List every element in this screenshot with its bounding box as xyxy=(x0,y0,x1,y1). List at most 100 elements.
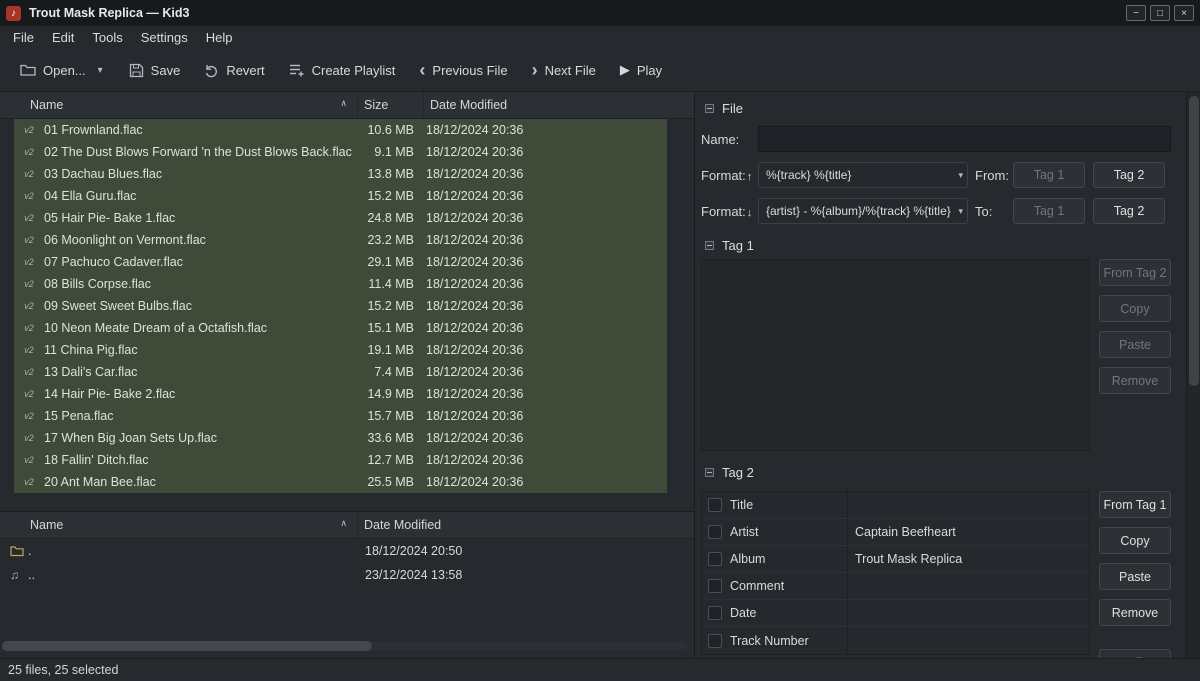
file-row[interactable]: v211 China Pig.flac19.1 MB18/12/2024 20:… xyxy=(14,339,667,361)
tag1-paste-button[interactable]: Paste xyxy=(1099,331,1171,358)
tag2-remove-button[interactable]: Remove xyxy=(1099,599,1171,626)
vertical-scrollbar[interactable] xyxy=(1186,92,1200,658)
format-to-tag2-button[interactable]: Tag 2 xyxy=(1093,198,1165,224)
tag2-from-tag-1-button[interactable]: From Tag 1 xyxy=(1099,491,1171,518)
format-from-tag2-button[interactable]: Tag 2 xyxy=(1093,162,1165,188)
open-dropdown-icon[interactable]: ▾ xyxy=(94,61,107,80)
tag2-edit-button[interactable]: Edit xyxy=(1099,649,1171,658)
file-row[interactable]: v207 Pachuco Cadaver.flac29.1 MB18/12/20… xyxy=(14,251,667,273)
artist-checkbox[interactable] xyxy=(708,525,722,539)
menu-file[interactable]: File xyxy=(4,27,43,48)
comment-checkbox[interactable] xyxy=(708,579,722,593)
tag2-copy-button[interactable]: Copy xyxy=(1099,527,1171,554)
file-row[interactable]: v201 Frownland.flac10.6 MB18/12/2024 20:… xyxy=(14,119,667,141)
file-name: 10 Neon Meate Dream of a Octafish.flac xyxy=(44,321,354,335)
folder-open-icon xyxy=(20,63,36,77)
tag2-field-row[interactable]: Title xyxy=(702,492,1089,519)
tag-v2-icon: v2 xyxy=(14,411,44,421)
tag-v2-icon: v2 xyxy=(14,235,44,245)
file-name: 06 Moonlight on Vermont.flac xyxy=(44,233,354,247)
tag2-field-row[interactable]: Album Trout Mask Replica xyxy=(702,546,1089,573)
field-value[interactable] xyxy=(848,573,1089,599)
file-row[interactable]: v205 Hair Pie- Bake 1.flac24.8 MB18/12/2… xyxy=(14,207,667,229)
filename-label: Name: xyxy=(701,132,758,147)
file-row[interactable]: v206 Moonlight on Vermont.flac23.2 MB18/… xyxy=(14,229,667,251)
tag2-field-row[interactable]: Date xyxy=(702,600,1089,627)
field-label: Album xyxy=(730,552,765,566)
horizontal-scrollbar[interactable] xyxy=(2,641,688,651)
title-checkbox[interactable] xyxy=(708,498,722,512)
format-to-tag1-button[interactable]: Tag 1 xyxy=(1013,198,1085,224)
tag1-copy-button[interactable]: Copy xyxy=(1099,295,1171,322)
open-button[interactable]: Open... xyxy=(12,58,94,83)
collapse-icon[interactable] xyxy=(705,468,714,477)
file-row[interactable]: v213 Dali's Car.flac7.4 MB18/12/2024 20:… xyxy=(14,361,667,383)
column-header-size[interactable]: Size xyxy=(358,92,424,118)
file-row[interactable]: v214 Hair Pie- Bake 2.flac14.9 MB18/12/2… xyxy=(14,383,667,405)
file-row[interactable]: v209 Sweet Sweet Bulbs.flac15.2 MB18/12/… xyxy=(14,295,667,317)
folder-column-header-date-modified[interactable]: Date Modified xyxy=(358,512,694,538)
app-icon: ♪ xyxy=(6,6,21,21)
tag1-frame-table[interactable] xyxy=(701,259,1090,451)
format-to-combobox[interactable]: {artist} - %{album}/%{track} %{title} ▾ xyxy=(758,198,968,224)
menu-settings[interactable]: Settings xyxy=(132,27,197,48)
file-row[interactable]: v204 Ella Guru.flac15.2 MB18/12/2024 20:… xyxy=(14,185,667,207)
field-label: Track Number xyxy=(730,634,809,648)
previous-file-button[interactable]: ‹ Previous File xyxy=(411,58,515,83)
file-size: 15.7 MB xyxy=(354,409,420,423)
menu-edit[interactable]: Edit xyxy=(43,27,83,48)
vertical-scrollbar-handle[interactable] xyxy=(1189,96,1199,386)
play-button[interactable]: ▶ Play xyxy=(612,57,670,83)
tag2-paste-button[interactable]: Paste xyxy=(1099,563,1171,590)
field-value[interactable]: Trout Mask Replica xyxy=(848,546,1089,572)
field-value[interactable] xyxy=(848,492,1089,518)
field-value[interactable] xyxy=(848,600,1089,626)
folder-row[interactable]: .18/12/2024 20:50 xyxy=(0,539,694,563)
create-playlist-label: Create Playlist xyxy=(312,63,396,78)
tag1-from-tag-2-button[interactable]: From Tag 2 xyxy=(1099,259,1171,286)
date-checkbox[interactable] xyxy=(708,606,722,620)
column-header-name[interactable]: Name ∧ xyxy=(0,92,358,118)
format-from-combobox[interactable]: %{track} %{title} ▾ xyxy=(758,162,968,188)
file-row[interactable]: v202 The Dust Blows Forward 'n the Dust … xyxy=(14,141,667,163)
tag2-field-row[interactable]: ArtistCaptain Beefheart xyxy=(702,519,1089,546)
folder-table-body: .18/12/2024 20:50♫..23/12/2024 13:58 xyxy=(0,539,694,587)
file-row[interactable]: v217 When Big Joan Sets Up.flac33.6 MB18… xyxy=(14,427,667,449)
tag1-remove-button[interactable]: Remove xyxy=(1099,367,1171,394)
format-from-tag1-button[interactable]: Tag 1 xyxy=(1013,162,1085,188)
file-size: 11.4 MB xyxy=(354,277,420,291)
create-playlist-button[interactable]: Create Playlist xyxy=(281,58,404,83)
file-row[interactable]: v203 Dachau Blues.flac13.8 MB18/12/2024 … xyxy=(14,163,667,185)
album-checkbox[interactable] xyxy=(708,552,722,566)
next-file-button[interactable]: › Next File xyxy=(524,58,604,83)
close-button[interactable]: × xyxy=(1174,5,1194,21)
field-value[interactable]: Captain Beefheart xyxy=(848,519,1089,545)
file-size: 14.9 MB xyxy=(354,387,420,401)
revert-button[interactable]: Revert xyxy=(196,58,272,83)
tag2-field-row[interactable]: Comment xyxy=(702,573,1089,600)
collapse-icon[interactable] xyxy=(705,241,714,250)
file-row[interactable]: v215 Pena.flac15.7 MB18/12/2024 20:36 xyxy=(14,405,667,427)
tag2-field-row[interactable]: Track Number xyxy=(702,627,1089,654)
horizontal-scrollbar-handle[interactable] xyxy=(2,641,372,651)
column-header-date-modified[interactable]: Date Modified xyxy=(424,92,694,118)
maximize-button[interactable]: □ xyxy=(1150,5,1170,21)
filename-input[interactable] xyxy=(758,126,1171,152)
menu-tools[interactable]: Tools xyxy=(83,27,131,48)
file-row[interactable]: v210 Neon Meate Dream of a Octafish.flac… xyxy=(14,317,667,339)
previous-file-label: Previous File xyxy=(432,63,507,78)
file-row[interactable]: v218 Fallin' Ditch.flac12.7 MB18/12/2024… xyxy=(14,449,667,471)
file-row[interactable]: v220 Ant Man Bee.flac25.5 MB18/12/2024 2… xyxy=(14,471,667,493)
field-value[interactable] xyxy=(848,627,1089,654)
file-date-modified: 18/12/2024 20:36 xyxy=(420,145,523,159)
tag2-content: TitleArtistCaptain Beefheart Album Trout M… xyxy=(701,491,1171,658)
menu-help[interactable]: Help xyxy=(197,27,242,48)
folder-column-header-name[interactable]: Name ∧ xyxy=(0,512,358,538)
save-button[interactable]: Save xyxy=(121,58,189,83)
minimize-button[interactable]: − xyxy=(1126,5,1146,21)
track-number-checkbox[interactable] xyxy=(708,634,722,648)
collapse-icon[interactable] xyxy=(705,104,714,113)
folder-row[interactable]: ♫..23/12/2024 13:58 xyxy=(0,563,694,587)
file-row[interactable]: v208 Bills Corpse.flac11.4 MB18/12/2024 … xyxy=(14,273,667,295)
file-name: 08 Bills Corpse.flac xyxy=(44,277,354,291)
